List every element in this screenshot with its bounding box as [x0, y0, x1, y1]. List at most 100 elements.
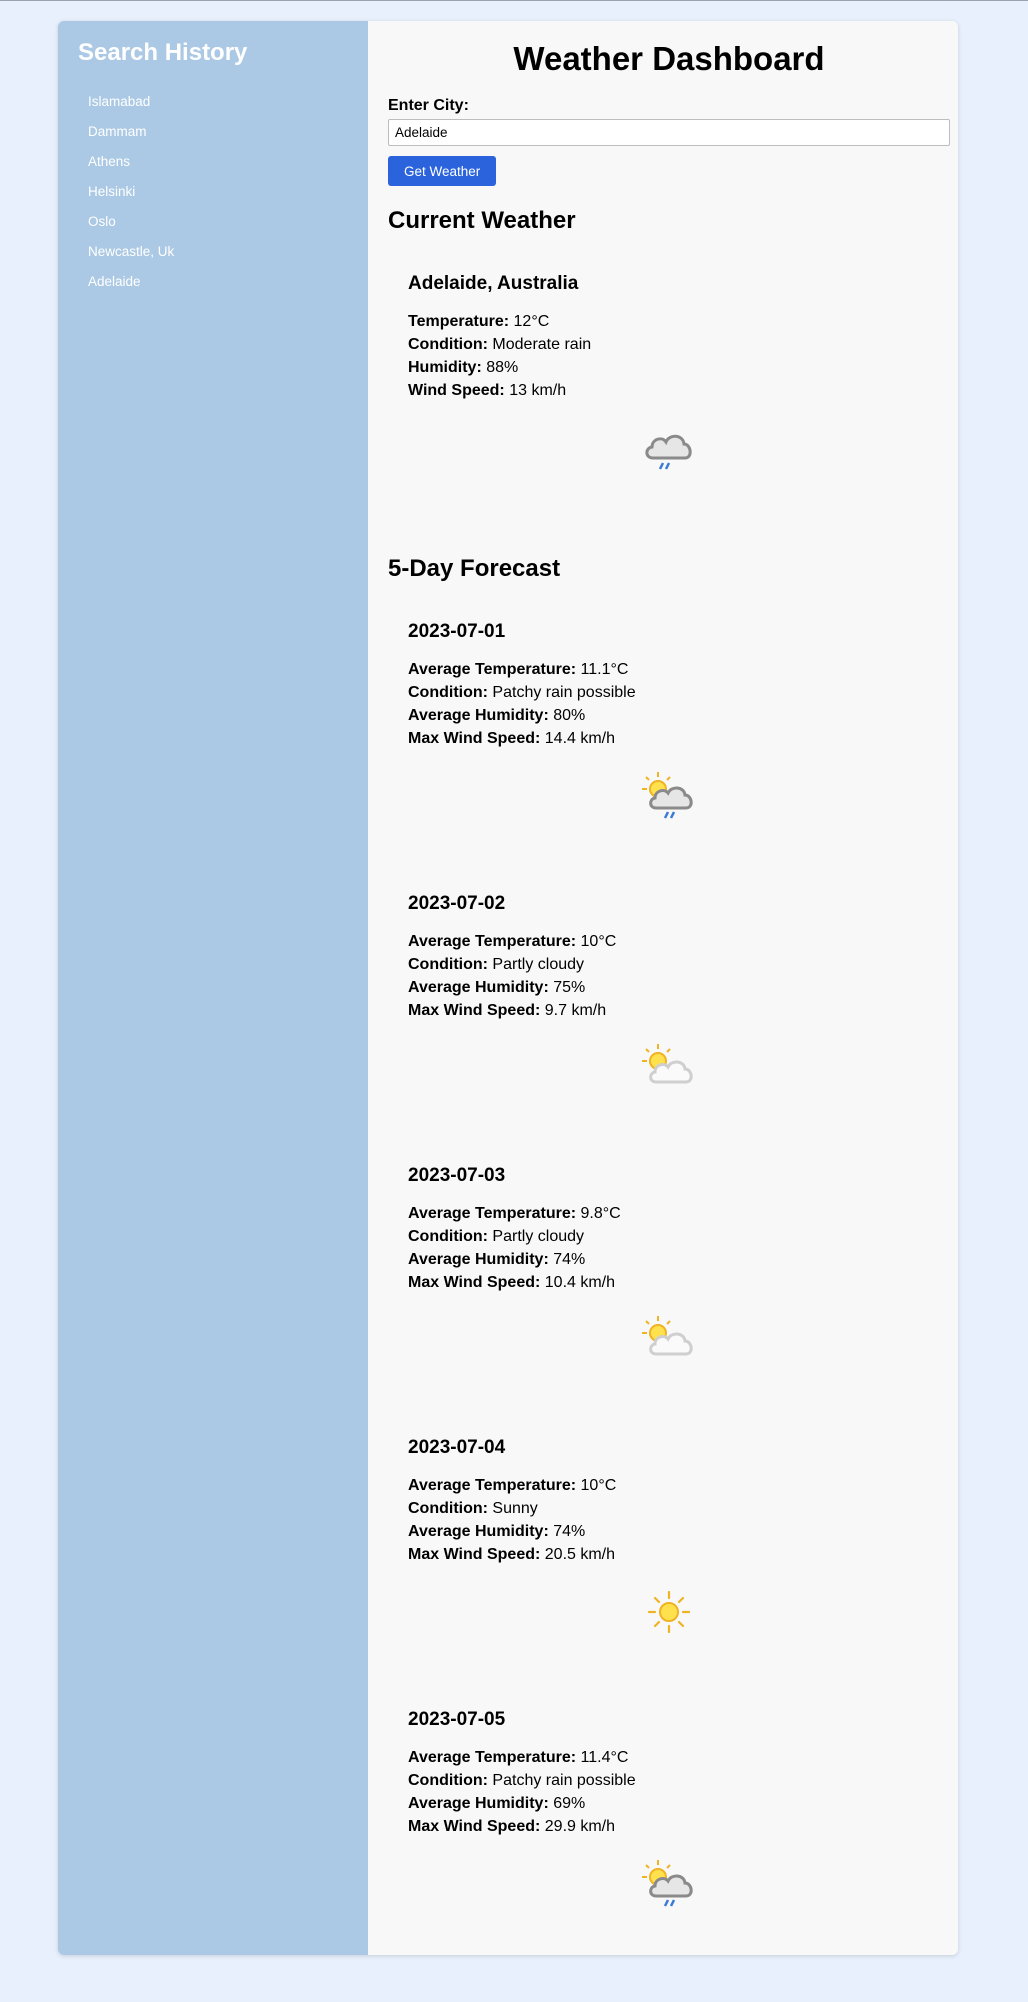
get-weather-button[interactable]: Get Weather [388, 156, 497, 186]
history-item-islamabad[interactable]: Islamabad [88, 93, 348, 123]
sidebar-title: Search History [78, 39, 248, 66]
current-location: Adelaide, Australia [408, 273, 579, 294]
condition-value: Moderate rain [492, 336, 592, 353]
history-item-newcastle[interactable]: Newcastle, Uk [88, 243, 348, 273]
forecast-date: 2023-07-03 [408, 1165, 506, 1186]
history-item-oslo[interactable]: Oslo [88, 213, 348, 243]
forecast-wind: Max Wind Speed: 29.9 km/h [408, 1815, 930, 1838]
forecast-temp-value: 9.8°C [580, 1205, 621, 1222]
forecast-humidity: Average Humidity: 74% [408, 1248, 930, 1271]
current-weather-heading: Current Weather [388, 207, 576, 234]
main-panel: Weather Dashboard Enter City: Get Weathe… [368, 21, 958, 1955]
forecast-humidity-label: Average Humidity: [408, 707, 549, 724]
forecast-humidity-value: 80% [553, 707, 586, 724]
forecast-temp-value: 11.4°C [580, 1749, 629, 1766]
forecast-humidity-value: 69% [553, 1795, 586, 1812]
app-container: Search History Islamabad Dammam Athens H… [58, 21, 958, 1955]
forecast-wind-value: 29.9 km/h [544, 1818, 616, 1835]
forecast-date: 2023-07-02 [408, 893, 506, 914]
forecast-temp-label: Average Temperature: [408, 1477, 577, 1494]
forecast-wind-value: 9.7 km/h [544, 1002, 607, 1019]
current-humidity: Humidity: 88% [408, 356, 930, 379]
forecast-humidity: Average Humidity: 74% [408, 1520, 930, 1543]
forecast-card: 2023-07-02 Average Temperature: 10°C Con… [388, 856, 950, 1128]
forecast-condition-label: Condition: [408, 684, 488, 701]
forecast-condition: Condition: Patchy rain possible [408, 681, 930, 704]
forecast-temp: Average Temperature: 9.8°C [408, 1202, 930, 1225]
forecast-condition-value: Partly cloudy [492, 956, 585, 973]
forecast-temp: Average Temperature: 10°C [408, 1474, 930, 1497]
forecast-wind-label: Max Wind Speed: [408, 1546, 541, 1563]
history-item-adelaide[interactable]: Adelaide [88, 273, 348, 303]
forecast-temp-label: Average Temperature: [408, 1205, 577, 1222]
forecast-wind: Max Wind Speed: 20.5 km/h [408, 1543, 930, 1566]
page-title: Weather Dashboard [513, 40, 825, 77]
sun-cloud-rain-icon [642, 772, 693, 819]
forecast-card: 2023-07-01 Average Temperature: 11.1°C C… [388, 584, 950, 856]
forecast-temp: Average Temperature: 11.1°C [408, 658, 930, 681]
forecast-temp-value: 10°C [580, 933, 617, 950]
history-item-athens[interactable]: Athens [88, 153, 348, 183]
forecast-condition: Condition: Sunny [408, 1497, 930, 1520]
partly-cloudy-icon [642, 1316, 693, 1356]
forecast-wind: Max Wind Speed: 14.4 km/h [408, 727, 930, 750]
forecast-wind-value: 14.4 km/h [544, 730, 616, 747]
forecast-temp-label: Average Temperature: [408, 661, 577, 678]
forecast-card: 2023-07-04 Average Temperature: 10°C Con… [388, 1400, 950, 1672]
forecast-condition-label: Condition: [408, 1772, 488, 1789]
forecast-wind-value: 10.4 km/h [544, 1274, 616, 1291]
forecast-condition-value: Partly cloudy [492, 1228, 585, 1245]
forecast-wind: Max Wind Speed: 10.4 km/h [408, 1271, 930, 1294]
rain-cloud-icon [645, 434, 692, 470]
wind-label: Wind Speed: [408, 382, 505, 399]
forecast-temp-label: Average Temperature: [408, 1749, 577, 1766]
forecast-date: 2023-07-01 [408, 621, 506, 642]
forecast-temp: Average Temperature: 10°C [408, 930, 930, 953]
forecast-condition-label: Condition: [408, 1500, 488, 1517]
forecast-date: 2023-07-05 [408, 1709, 506, 1730]
sun-cloud-rain-icon [642, 1860, 693, 1907]
forecast-wind-value: 20.5 km/h [544, 1546, 616, 1563]
search-history-sidebar: Search History Islamabad Dammam Athens H… [58, 21, 368, 1955]
humidity-label: Humidity: [408, 359, 482, 376]
forecast-humidity: Average Humidity: 80% [408, 704, 930, 727]
city-input[interactable] [388, 119, 950, 146]
forecast-humidity-value: 74% [553, 1523, 586, 1540]
history-item-dammam[interactable]: Dammam [88, 123, 348, 153]
forecast-humidity-label: Average Humidity: [408, 1795, 549, 1812]
current-temperature: Temperature: 12°C [408, 310, 930, 333]
temperature-label: Temperature: [408, 313, 510, 330]
forecast-condition: Condition: Partly cloudy [408, 1225, 930, 1248]
current-weather-card: Adelaide, Australia Temperature: 12°C Co… [388, 236, 950, 520]
forecast-condition-value: Sunny [492, 1500, 538, 1517]
forecast-humidity-value: 75% [553, 979, 586, 996]
current-condition: Condition: Moderate rain [408, 333, 930, 356]
humidity-value: 88% [486, 359, 519, 376]
partly-cloudy-icon [642, 1044, 693, 1084]
forecast-condition-value: Patchy rain possible [492, 684, 636, 701]
forecast-humidity: Average Humidity: 75% [408, 976, 930, 999]
forecast-condition: Condition: Partly cloudy [408, 953, 930, 976]
forecast-card: 2023-07-03 Average Temperature: 9.8°C Co… [388, 1128, 950, 1400]
forecast-wind-label: Max Wind Speed: [408, 1818, 541, 1835]
current-wind: Wind Speed: 13 km/h [408, 379, 930, 402]
sun-icon [647, 1590, 691, 1634]
forecast-temp-value: 10°C [580, 1477, 617, 1494]
forecast-condition: Condition: Patchy rain possible [408, 1769, 930, 1792]
forecast-temp-value: 11.1°C [580, 661, 629, 678]
forecast-date: 2023-07-04 [408, 1437, 506, 1458]
forecast-wind-label: Max Wind Speed: [408, 730, 541, 747]
forecast-wind-label: Max Wind Speed: [408, 1002, 541, 1019]
forecast-wind: Max Wind Speed: 9.7 km/h [408, 999, 930, 1022]
wind-value: 13 km/h [509, 382, 567, 399]
history-item-helsinki[interactable]: Helsinki [88, 183, 348, 213]
forecast-condition-value: Patchy rain possible [492, 1772, 636, 1789]
forecast-humidity-value: 74% [553, 1251, 586, 1268]
forecast-humidity-label: Average Humidity: [408, 1251, 549, 1268]
forecast-condition-label: Condition: [408, 1228, 488, 1245]
forecast-heading: 5-Day Forecast [388, 555, 561, 582]
forecast-humidity: Average Humidity: 69% [408, 1792, 930, 1815]
city-label: Enter City: [388, 97, 469, 114]
condition-label: Condition: [408, 336, 488, 353]
forecast-card: 2023-07-05 Average Temperature: 11.4°C C… [388, 1672, 950, 1944]
